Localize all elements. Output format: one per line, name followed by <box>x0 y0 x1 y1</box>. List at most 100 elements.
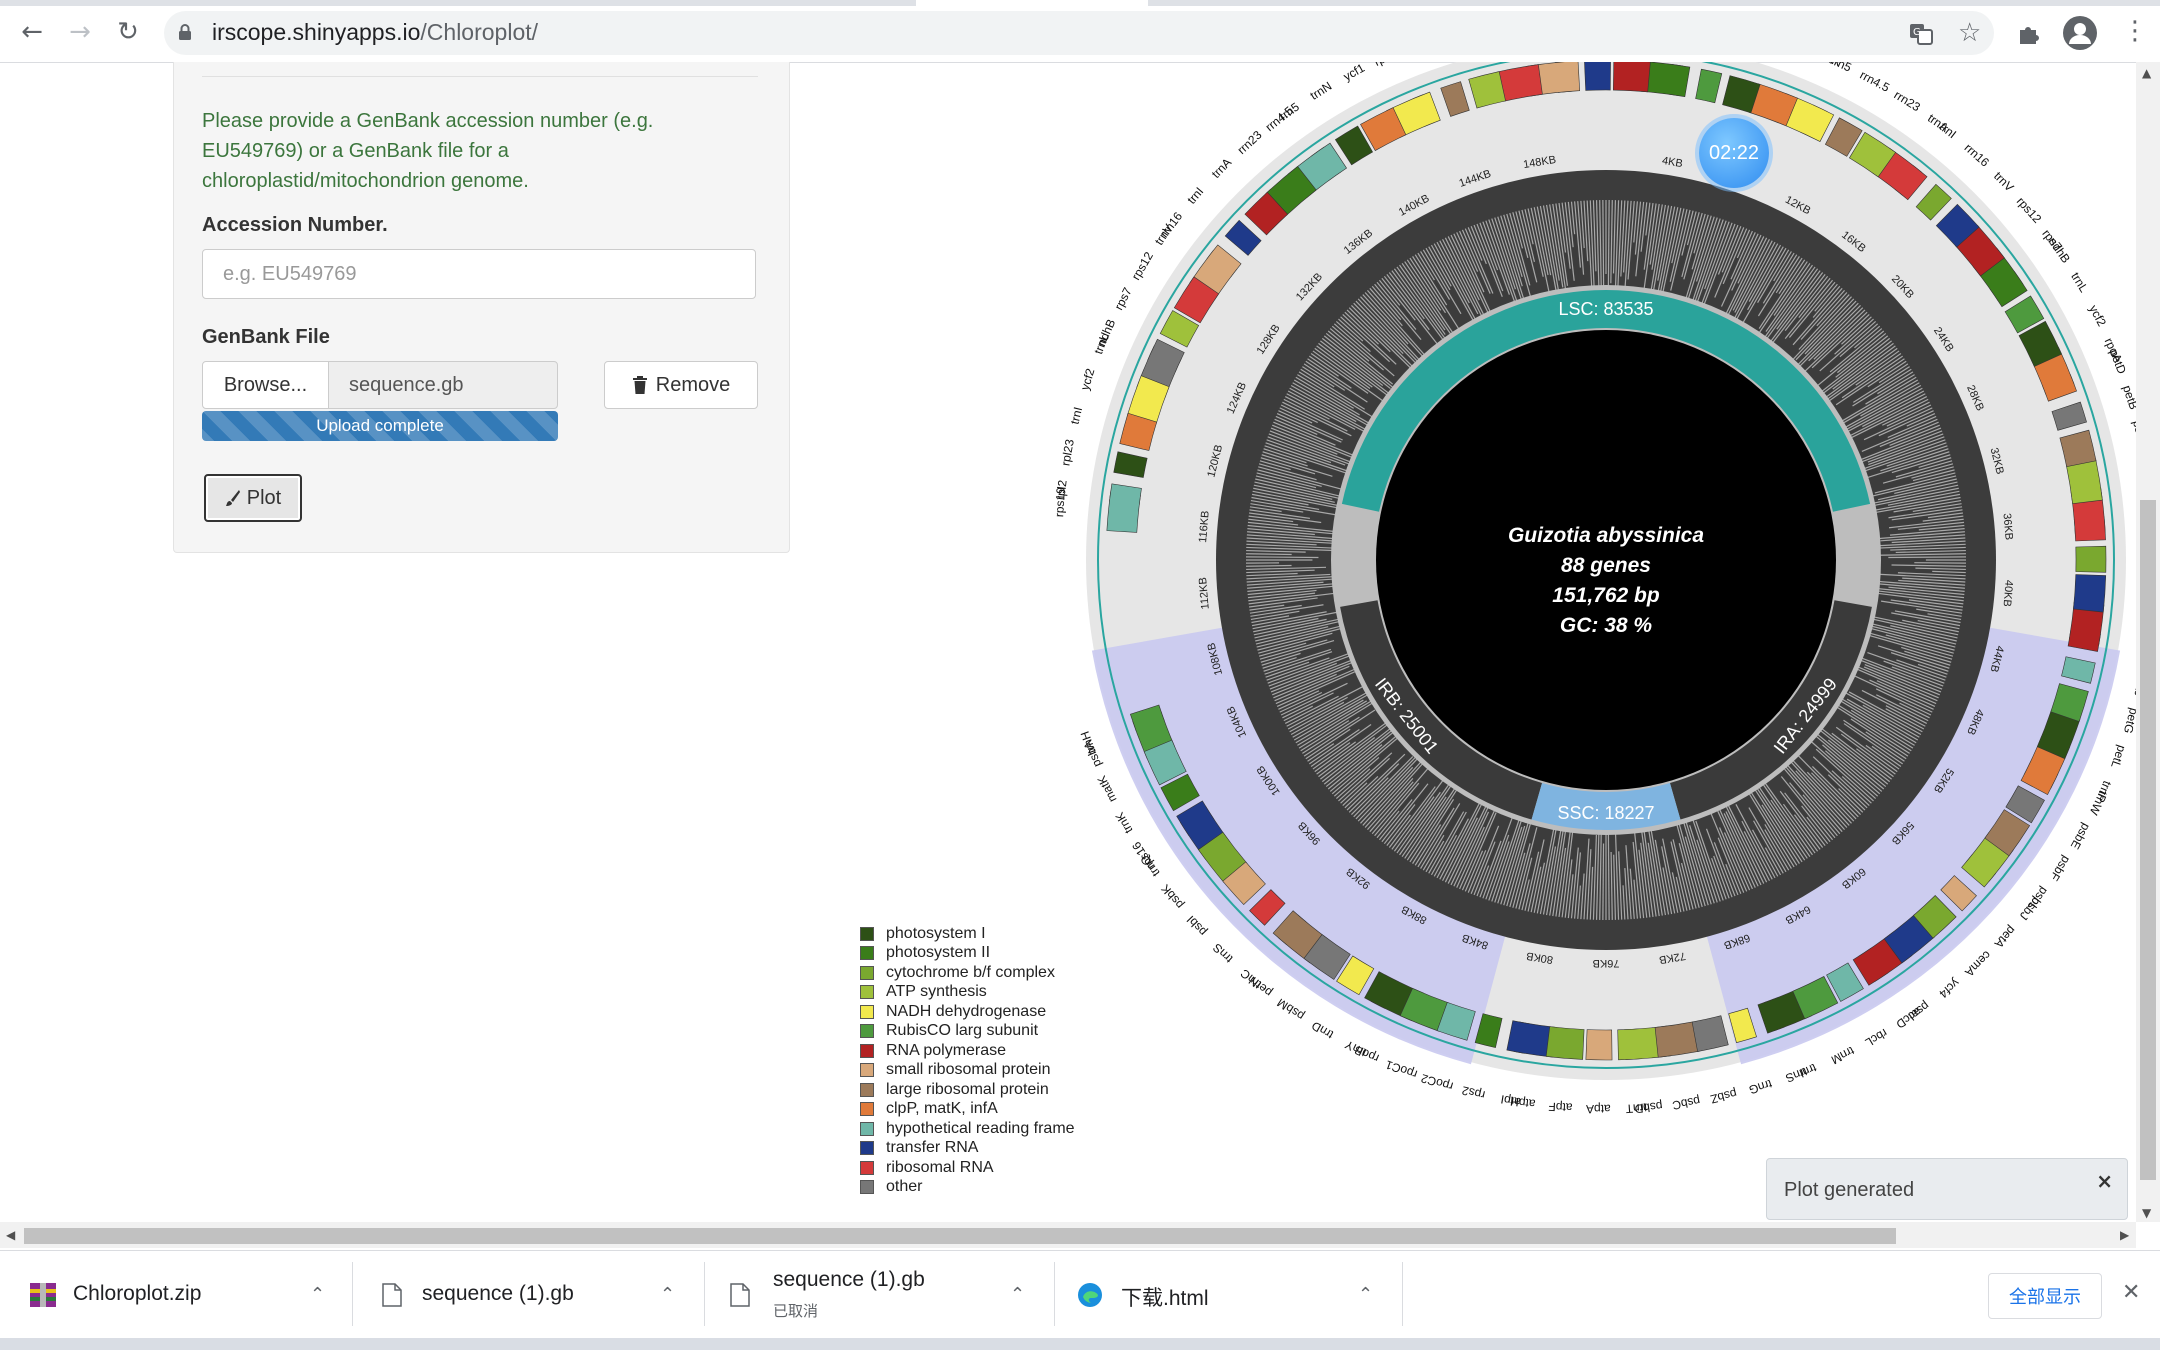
gene-block <box>1584 62 1611 91</box>
gene-label: petG <box>2121 706 2136 735</box>
browse-button[interactable]: Browse... <box>202 361 329 409</box>
gene-block <box>1585 1029 1613 1061</box>
gene-label: rpoB <box>1352 1043 1381 1066</box>
gene-label: trnV <box>1991 169 2017 194</box>
gene-block <box>1613 62 1651 93</box>
document-icon <box>730 1283 750 1307</box>
gene-label: psbK <box>1158 882 1186 912</box>
profile-avatar-icon[interactable] <box>2062 15 2098 51</box>
upload-progress-bar: Upload complete <box>202 411 558 441</box>
tab-strip-edge <box>1148 0 2160 6</box>
legend-swatch <box>860 1063 874 1078</box>
legend-label: other <box>886 1178 923 1196</box>
gene-label: rps12 <box>1129 249 1156 282</box>
download-name: sequence (1).gb <box>773 1268 925 1291</box>
gene-label: psbA <box>1081 739 1105 770</box>
chevron-up-icon[interactable]: ⌃ <box>1010 1284 1025 1305</box>
close-download-bar-icon[interactable]: ✕ <box>2122 1280 2140 1305</box>
ssc-label: SSC: 18227 <box>1557 803 1654 823</box>
url-text[interactable]: irscope.shinyapps.io/Chloroplot/ <box>212 19 538 46</box>
forward-icon[interactable]: → <box>62 14 98 50</box>
menu-kebab-icon[interactable]: ⋮ <box>2122 16 2148 46</box>
timer-badge[interactable]: 02:22 <box>1699 118 1769 188</box>
extensions-icon[interactable] <box>2016 20 2042 46</box>
gene-label: trnL <box>2068 270 2091 295</box>
gc-bar <box>1602 843 1605 920</box>
gene-label: trnI <box>1068 406 1086 426</box>
horizontal-scroll-thumb[interactable] <box>24 1228 1896 1244</box>
gene-label: rrn16 <box>1962 141 1993 170</box>
chevron-up-icon[interactable]: ⌃ <box>310 1284 325 1305</box>
legend-swatch <box>860 1121 874 1136</box>
translate-icon[interactable]: G <box>1908 21 1934 47</box>
genome-length: 151,762 bp <box>1552 584 1660 607</box>
gene-label: trnS <box>1210 941 1236 966</box>
download-separator <box>352 1262 353 1326</box>
lsc-label: LSC: 83535 <box>1558 299 1653 319</box>
gene-label: psbI <box>1184 913 1210 939</box>
gene-label: psbZ <box>1709 1086 1738 1106</box>
gene-label: atpH <box>1509 1094 1536 1111</box>
help-text: Please provide a GenBank accession numbe… <box>202 110 654 192</box>
file-name-field: sequence.gb <box>328 361 558 409</box>
scroll-left-icon[interactable]: ◀ <box>6 1228 15 1242</box>
gene-label: trnD <box>1309 1018 1336 1042</box>
legend-swatch <box>860 1082 874 1097</box>
download-name: sequence (1).gb <box>422 1282 574 1305</box>
legend-label: ATP synthesis <box>886 983 987 1001</box>
gene-label: trnG <box>1747 1077 1773 1097</box>
gene-label: rps7 <box>1112 285 1135 312</box>
page-viewport: Please provide a GenBank accession numbe… <box>0 62 2136 1222</box>
scroll-up-icon[interactable]: ▲ <box>2142 66 2151 80</box>
download-name: Chloroplot.zip <box>73 1282 202 1305</box>
gene-label: rpoC1 <box>1383 1057 1419 1081</box>
gc-content: GC: 38 % <box>1560 614 1653 637</box>
trash-icon <box>632 376 647 394</box>
plot-notification: Plot generated × <box>1766 1158 2128 1220</box>
gene-label: psbC <box>1671 1094 1701 1113</box>
svg-text:G: G <box>1913 27 1921 38</box>
chevron-up-icon[interactable]: ⌃ <box>660 1284 675 1305</box>
accession-input[interactable]: e.g. EU549769 <box>202 249 756 299</box>
back-icon[interactable]: ← <box>14 14 50 50</box>
scroll-right-icon[interactable]: ▶ <box>2120 1228 2129 1242</box>
legend-label: photosystem I <box>886 924 986 942</box>
gene-label: ycf2 <box>2086 303 2109 329</box>
legend-swatch <box>860 1043 874 1058</box>
gene-label: trnA <box>1209 155 1234 181</box>
scroll-down-icon[interactable]: ▼ <box>2142 1206 2151 1220</box>
archive-file-icon <box>30 1283 56 1307</box>
plot-button[interactable]: Plot <box>204 474 302 522</box>
gene-label: atpF <box>1548 1100 1573 1115</box>
legend-swatch <box>860 1102 874 1117</box>
legend-swatch <box>860 946 874 961</box>
gc-bar <box>1246 553 1292 556</box>
download-status: 已取消 <box>773 1303 819 1320</box>
legend-label: photosystem II <box>886 944 991 962</box>
gene-label: rps19 <box>1052 486 1068 517</box>
legend-label: ribosomal RNA <box>886 1158 994 1176</box>
gene-label: petB <box>2120 384 2136 412</box>
chevron-up-icon[interactable]: ⌃ <box>1358 1284 1373 1305</box>
legend-swatch <box>860 1141 874 1156</box>
star-icon[interactable]: ☆ <box>1958 18 1981 48</box>
legend-swatch <box>860 1160 874 1175</box>
gene-block <box>2073 574 2107 613</box>
gene-label: psbF <box>2047 853 2073 883</box>
remove-label: Remove <box>655 373 731 396</box>
legend-swatch <box>860 1180 874 1195</box>
gc-bar <box>1246 556 1319 559</box>
accession-placeholder: e.g. EU549769 <box>223 262 357 285</box>
show-all-downloads-button[interactable]: 全部显示 <box>1988 1273 2102 1319</box>
plot-label: Plot <box>246 486 282 509</box>
reload-icon[interactable]: ↻ <box>110 14 146 50</box>
lock-icon[interactable] <box>178 24 192 40</box>
gene-label: ycf4 <box>1936 976 1962 1001</box>
download-separator <box>704 1262 705 1326</box>
genbank-file-label: GenBank File <box>202 326 330 348</box>
notification-close-icon[interactable]: × <box>2096 1169 2113 1193</box>
vertical-scroll-thumb[interactable] <box>2140 500 2156 1180</box>
remove-button[interactable]: Remove <box>604 361 758 409</box>
gene-label: ycf1 <box>1341 62 1367 84</box>
download-separator <box>1054 1262 1055 1326</box>
